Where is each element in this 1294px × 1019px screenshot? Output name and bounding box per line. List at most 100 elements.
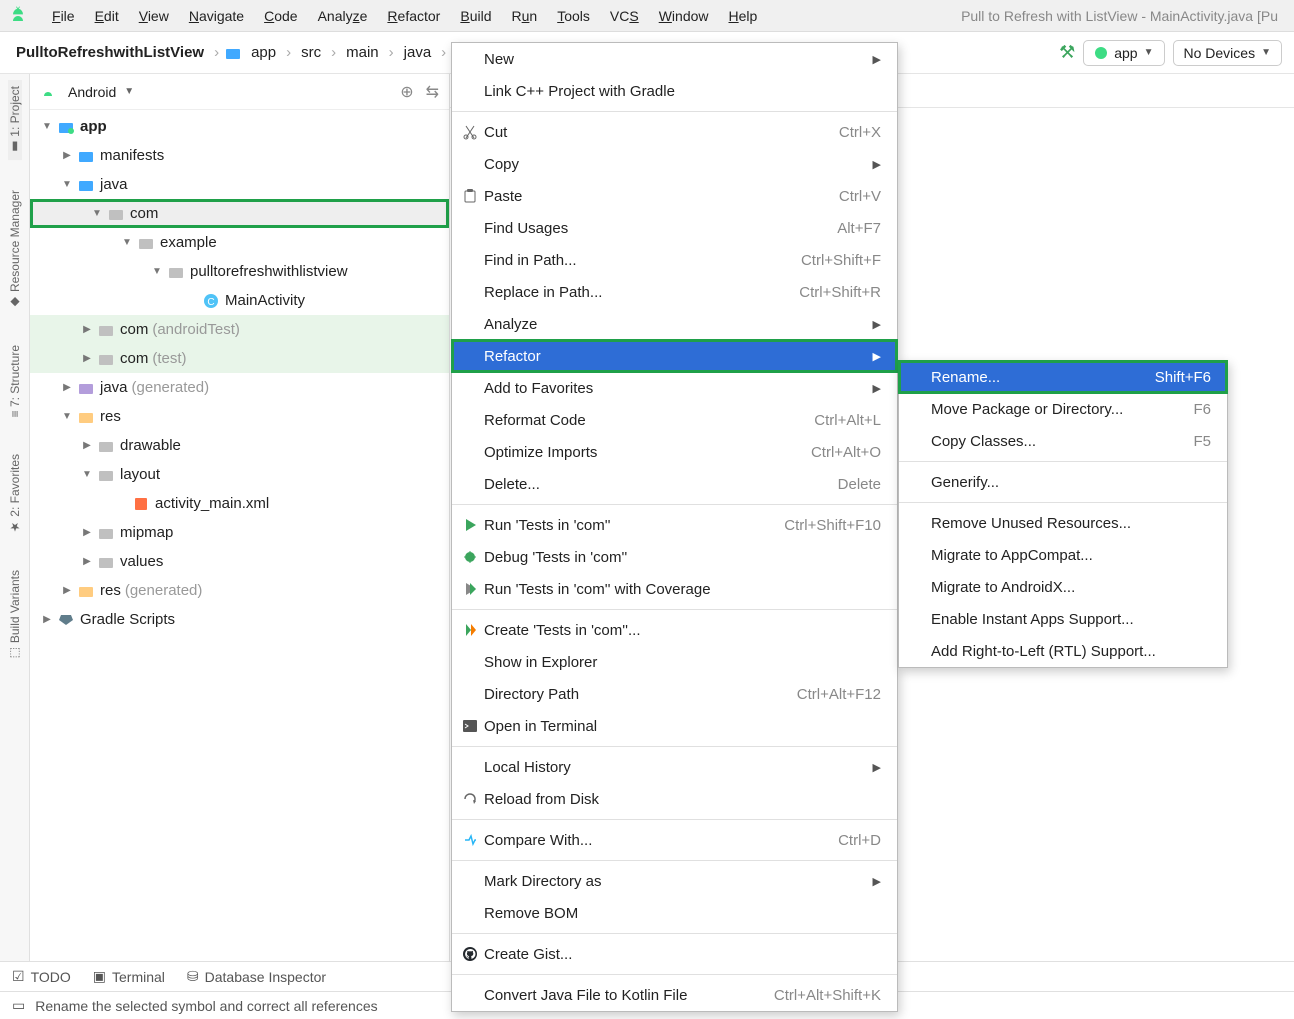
build-icon[interactable]: ⚒ <box>1059 42 1075 63</box>
menu-item-paste[interactable]: PasteCtrl+V <box>452 180 897 212</box>
tool-todo[interactable]: ☑TODO <box>12 968 71 985</box>
menu-edit[interactable]: Edit <box>85 4 129 28</box>
menu-item-move-package-or-directory[interactable]: Move Package or Directory...F6 <box>899 393 1227 425</box>
menu-item-create-tests-in-com[interactable]: Create 'Tests in 'com''... <box>452 614 897 646</box>
tree-layout[interactable]: ▼layout <box>30 460 449 489</box>
device-dropdown[interactable]: No Devices▼ <box>1173 40 1283 66</box>
menu-item-run-tests-in-com-with-coverage[interactable]: Run 'Tests in 'com'' with Coverage <box>452 573 897 605</box>
menu-item-add-right-to-left-rtl-support[interactable]: Add Right-to-Left (RTL) Support... <box>899 635 1227 667</box>
menu-item-generify[interactable]: Generify... <box>899 466 1227 498</box>
cut-icon <box>462 124 484 140</box>
menu-item-new[interactable]: New▶ <box>452 43 897 75</box>
chevron-down-icon[interactable]: ▼ <box>124 86 134 97</box>
menu-code[interactable]: Code <box>254 4 307 28</box>
menu-item-enable-instant-apps-support[interactable]: Enable Instant Apps Support... <box>899 603 1227 635</box>
menu-item-mark-directory-as[interactable]: Mark Directory as▶ <box>452 865 897 897</box>
menu-item-link-c-project-with-gradle[interactable]: Link C++ Project with Gradle <box>452 75 897 107</box>
run-config-dropdown[interactable]: app▼ <box>1083 40 1164 66</box>
tree-manifests[interactable]: ▶manifests <box>30 141 449 170</box>
menu-item-open-in-terminal[interactable]: Open in Terminal <box>452 710 897 742</box>
chevron-right-icon: › <box>286 44 291 61</box>
menu-item-rename[interactable]: Rename...Shift+F6 <box>899 361 1227 393</box>
breadcrumb-main[interactable]: main <box>342 42 383 63</box>
menu-item-reload-from-disk[interactable]: Reload from Disk <box>452 783 897 815</box>
breadcrumb-java[interactable]: java <box>400 42 436 63</box>
tree-java[interactable]: ▼java <box>30 170 449 199</box>
menu-item-replace-in-path[interactable]: Replace in Path...Ctrl+Shift+R <box>452 276 897 308</box>
menu-item-copy-classes[interactable]: Copy Classes...F5 <box>899 425 1227 457</box>
menu-item-reformat-code[interactable]: Reformat CodeCtrl+Alt+L <box>452 404 897 436</box>
tree-com-test[interactable]: ▶com(test) <box>30 344 449 373</box>
gh-icon <box>462 946 484 962</box>
chevron-down-icon: ▼ <box>1144 47 1154 58</box>
menu-item-convert-java-file-to-kotlin-file[interactable]: Convert Java File to Kotlin FileCtrl+Alt… <box>452 979 897 1011</box>
breadcrumb-src[interactable]: src <box>297 42 325 63</box>
menu-item-local-history[interactable]: Local History▶ <box>452 751 897 783</box>
tool-project[interactable]: ▮ 1: Project <box>8 80 22 160</box>
tool-database-inspector[interactable]: ⛁Database Inspector <box>187 968 326 985</box>
filter-icon[interactable]: ⇆ <box>426 82 439 102</box>
project-view-title[interactable]: Android <box>68 84 116 100</box>
menu-item-cut[interactable]: CutCtrl+X <box>452 116 897 148</box>
tool-structure[interactable]: ≡ 7: Structure <box>8 339 22 423</box>
menu-item-migrate-to-appcompat[interactable]: Migrate to AppCompat... <box>899 539 1227 571</box>
tree-res[interactable]: ▼res <box>30 402 449 431</box>
create-icon <box>462 622 484 638</box>
menu-window[interactable]: Window <box>649 4 719 28</box>
menu-item-analyze[interactable]: Analyze▶ <box>452 308 897 340</box>
menu-build[interactable]: Build <box>450 4 501 28</box>
tree-pkg[interactable]: ▼pulltorefreshwithlistview <box>30 257 449 286</box>
android-icon <box>40 84 56 100</box>
menu-tools[interactable]: Tools <box>547 4 600 28</box>
tree-app[interactable]: ▼app <box>30 112 449 141</box>
menu-item-remove-unused-resources[interactable]: Remove Unused Resources... <box>899 507 1227 539</box>
breadcrumb-root[interactable]: PulltoRefreshwithListView <box>12 42 208 63</box>
tree-com-androidtest[interactable]: ▶com(androidTest) <box>30 315 449 344</box>
tree-drawable[interactable]: ▶drawable <box>30 431 449 460</box>
menu-navigate[interactable]: Navigate <box>179 4 254 28</box>
menu-item-show-in-explorer[interactable]: Show in Explorer <box>452 646 897 678</box>
menu-vcs[interactable]: VCS <box>600 4 649 28</box>
project-tree[interactable]: ▼app ▶manifests ▼java ▼com ▼example ▼pul… <box>30 110 449 961</box>
tree-example[interactable]: ▼example <box>30 228 449 257</box>
menu-item-optimize-imports[interactable]: Optimize ImportsCtrl+Alt+O <box>452 436 897 468</box>
tree-com[interactable]: ▼com <box>30 199 449 228</box>
menu-item-add-to-favorites[interactable]: Add to Favorites▶ <box>452 372 897 404</box>
tree-mainactivity[interactable]: CMainActivity <box>30 286 449 315</box>
menu-item-remove-bom[interactable]: Remove BOM <box>452 897 897 929</box>
menu-analyze[interactable]: Analyze <box>308 4 378 28</box>
tree-gradle-scripts[interactable]: ▶Gradle Scripts <box>30 605 449 634</box>
menu-help[interactable]: Help <box>719 4 768 28</box>
menu-item-directory-path[interactable]: Directory PathCtrl+Alt+F12 <box>452 678 897 710</box>
menu-item-debug-tests-in-com[interactable]: Debug 'Tests in 'com'' <box>452 541 897 573</box>
menu-item-run-tests-in-com[interactable]: Run 'Tests in 'com''Ctrl+Shift+F10 <box>452 509 897 541</box>
tool-terminal[interactable]: ▣Terminal <box>93 968 165 985</box>
cov-icon <box>462 581 484 597</box>
tool-build-variants[interactable]: ⬚ Build Variants <box>8 564 22 666</box>
menu-refactor[interactable]: Refactor <box>377 4 450 28</box>
menu-file[interactable]: File <box>42 4 85 28</box>
breadcrumb-app[interactable]: app <box>247 42 280 63</box>
menu-item-copy[interactable]: Copy▶ <box>452 148 897 180</box>
menu-item-migrate-to-androidx[interactable]: Migrate to AndroidX... <box>899 571 1227 603</box>
tool-favorites[interactable]: ★ 2: Favorites <box>8 448 22 540</box>
tree-activity-main-xml[interactable]: activity_main.xml <box>30 489 449 518</box>
menu-item-delete[interactable]: Delete...Delete <box>452 468 897 500</box>
menu-view[interactable]: View <box>129 4 179 28</box>
tree-res-generated[interactable]: ▶res(generated) <box>30 576 449 605</box>
project-pane-header: Android ▼ ⊕ ⇆ <box>30 74 449 110</box>
menubar: File Edit View Navigate Code Analyze Ref… <box>0 0 1294 32</box>
tree-values[interactable]: ▶values <box>30 547 449 576</box>
tool-resource-manager[interactable]: ◆ Resource Manager <box>8 184 22 315</box>
menu-item-create-gist[interactable]: Create Gist... <box>452 938 897 970</box>
menu-item-find-in-path[interactable]: Find in Path...Ctrl+Shift+F <box>452 244 897 276</box>
menu-item-refactor[interactable]: Refactor▶ <box>452 340 897 372</box>
locate-icon[interactable]: ⊕ <box>400 82 413 102</box>
chevron-right-icon: ▶ <box>873 761 881 774</box>
menu-item-compare-with[interactable]: Compare With...Ctrl+D <box>452 824 897 856</box>
tree-java-generated[interactable]: ▶java(generated) <box>30 373 449 402</box>
menu-item-find-usages[interactable]: Find UsagesAlt+F7 <box>452 212 897 244</box>
tree-mipmap[interactable]: ▶mipmap <box>30 518 449 547</box>
project-pane: Android ▼ ⊕ ⇆ ▼app ▶manifests ▼java ▼com… <box>30 74 450 961</box>
menu-run[interactable]: Run <box>502 4 548 28</box>
